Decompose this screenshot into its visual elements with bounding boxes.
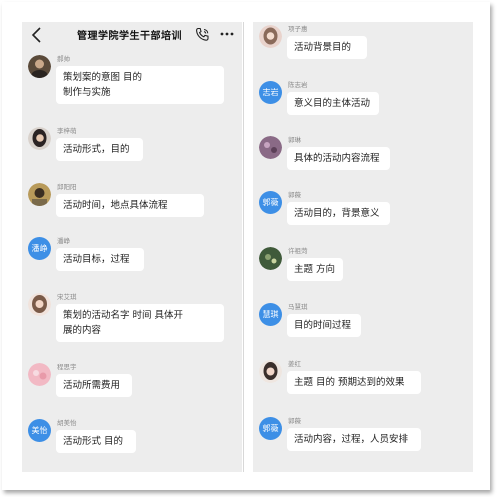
avatar-photo-icon (28, 363, 51, 386)
message-text-line: 策划的活动名字 时间 具体开 (63, 310, 184, 321)
message-text-line: 活动背景目的 (294, 42, 352, 53)
avatar[interactable] (259, 247, 282, 270)
message-bubble[interactable]: 策划案的意图 目的 制作与实施 (56, 66, 224, 104)
message-bubble[interactable]: 活动内容，过程，人员安排 (287, 428, 421, 451)
message-text-line: 活动所需费用 (63, 380, 121, 391)
avatar[interactable]: 慧琪 (259, 303, 282, 326)
message-text-line: 活动形式，目的 (63, 144, 130, 155)
chat-panel-right[interactable]: 项子惠 活动背景目的 志岩 陈志岩 意义目的主体活动 郭琳 具体的活动内容流程 … (253, 22, 473, 472)
avatar[interactable]: 志岩 (259, 81, 282, 104)
message-text-line: 活动形式 目的 (63, 436, 124, 447)
sender-name: 姜红 (288, 360, 301, 368)
message-text-line: 主题 方向 (294, 264, 336, 275)
message-text-line: 具体的活动内容流程 (294, 153, 380, 164)
avatar-photo-icon (259, 25, 282, 48)
chat-panel-left[interactable]: 管理学院学生干部培训 郝帅 策划案的意图 目的 制作与实施 李梓萌 活动形式，目… (22, 22, 242, 472)
avatar[interactable] (28, 183, 51, 206)
message-bubble[interactable]: 活动形式 目的 (56, 430, 136, 453)
message-bubble[interactable]: 意义目的主体活动 (287, 92, 379, 115)
message-bubble[interactable]: 主题 目的 预期达到的效果 (287, 371, 421, 394)
sender-name: 李梓萌 (57, 127, 77, 135)
message-bubble[interactable]: 策划的活动名字 时间 具体开 展的内容 (56, 304, 224, 342)
sender-name: 郭薇 (288, 191, 301, 199)
message-text-line: 活动时间，地点具体流程 (63, 200, 168, 211)
chat-header: 管理学院学生干部培训 (22, 22, 242, 48)
message-text-line: 展的内容 (63, 325, 102, 336)
avatar-photo-icon (28, 293, 51, 316)
avatar[interactable]: 郭薇 (259, 191, 282, 214)
sender-name: 郭薇 (288, 417, 301, 425)
avatar[interactable] (259, 25, 282, 48)
avatar-photo-icon (259, 247, 282, 270)
avatar[interactable]: 潘峥 (28, 237, 51, 260)
sender-name: 潘峥 (57, 237, 70, 245)
message-bubble[interactable]: 活动背景目的 (287, 36, 367, 59)
avatar[interactable] (28, 55, 51, 78)
sender-name: 郝帅 (57, 55, 70, 63)
sender-name: 马慧琪 (288, 303, 308, 311)
panel-divider (243, 22, 244, 472)
message-text-line: 主题 目的 预期达到的效果 (294, 377, 405, 388)
avatar[interactable]: 美怡 (28, 419, 51, 442)
sender-name: 陈志岩 (288, 81, 308, 89)
message-text-line: 策划案的意图 目的 (63, 72, 143, 83)
avatar-photo-icon (28, 127, 51, 150)
message-bubble[interactable]: 目的时间过程 (287, 314, 361, 337)
phone-call-icon[interactable] (195, 27, 210, 42)
message-text-line: 活动目的，背景意义 (294, 208, 380, 219)
more-options-icon[interactable] (219, 26, 235, 42)
avatar[interactable] (259, 360, 282, 383)
avatar-photo-icon (28, 183, 51, 206)
sender-name: 宋艾琪 (57, 293, 77, 301)
message-bubble[interactable]: 具体的活动内容流程 (287, 147, 390, 170)
avatar-photo-icon (259, 136, 282, 159)
chat-title: 管理学院学生干部培训 (77, 31, 182, 42)
avatar[interactable] (28, 127, 51, 150)
avatar-photo-icon (259, 360, 282, 383)
sender-name: 郭琳 (288, 136, 301, 144)
message-bubble[interactable]: 活动形式，目的 (56, 138, 143, 161)
message-bubble[interactable]: 活动目的，背景意义 (287, 202, 390, 225)
message-text-line: 活动目标，过程 (63, 254, 130, 265)
sender-name: 项子惠 (288, 25, 308, 33)
message-bubble[interactable]: 活动时间，地点具体流程 (56, 194, 204, 217)
sender-name: 邱阳阳 (57, 183, 77, 191)
message-text-line: 目的时间过程 (294, 320, 352, 331)
message-bubble[interactable]: 活动目标，过程 (56, 248, 144, 271)
sender-name: 胡美怡 (57, 419, 77, 427)
sender-name: 程思宇 (57, 363, 77, 371)
avatar[interactable]: 郭薇 (259, 417, 282, 440)
avatar-photo-icon (28, 55, 51, 78)
back-arrow-icon[interactable] (30, 26, 44, 44)
sender-name: 许祖菏 (288, 247, 308, 255)
message-bubble[interactable]: 主题 方向 (287, 258, 343, 281)
message-text-line: 制作与实施 (63, 87, 111, 98)
message-text-line: 意义目的主体活动 (294, 98, 371, 109)
avatar[interactable] (28, 293, 51, 316)
avatar[interactable] (259, 136, 282, 159)
message-bubble[interactable]: 活动所需费用 (56, 374, 132, 397)
avatar[interactable] (28, 363, 51, 386)
message-text-line: 活动内容，过程，人员安排 (294, 434, 409, 445)
